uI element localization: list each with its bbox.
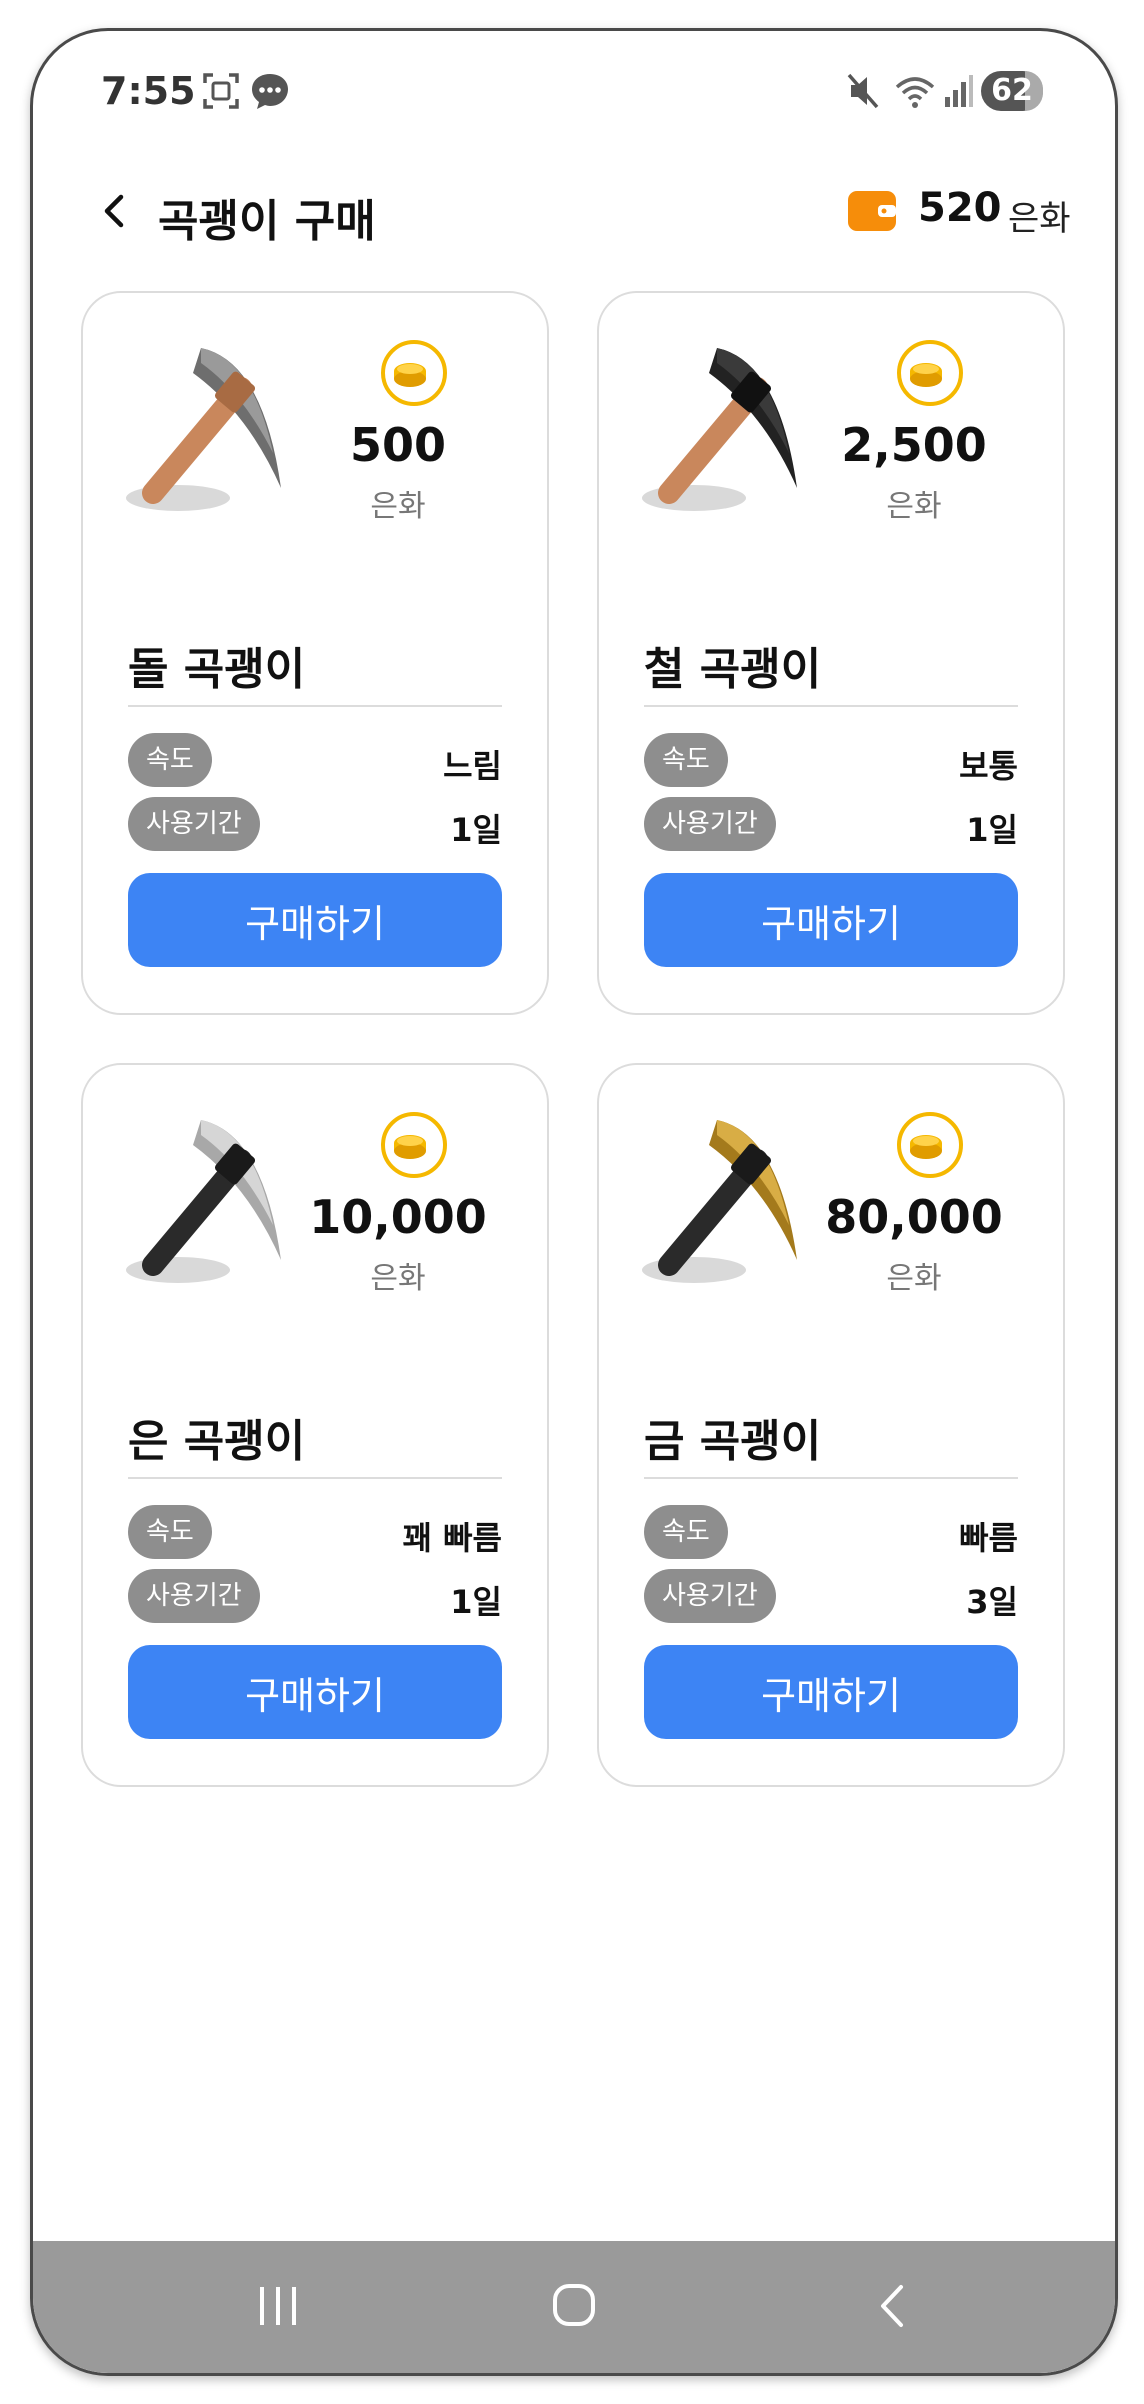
price-value: 80,000 [825,1190,1003,1244]
price-value: 2,500 [841,418,987,472]
pickaxe-name: 은 곡괭이 [128,1416,306,1467]
period-value: 1일 [450,1583,502,1621]
speed-value: 느림 [443,747,502,785]
screenshot-icon [203,73,239,109]
stone-pickaxe-icon [126,348,281,511]
period-tag: 사용기간 [644,1569,776,1623]
mute-icon [847,73,879,109]
speed-value: 빠름 [959,1519,1018,1557]
coin-icon [897,1112,963,1178]
silver-pickaxe-icon [126,1120,281,1283]
price-unit: 은화 [886,489,942,524]
period-tag: 사용기간 [128,797,260,851]
speed-value: 꽤 빠름 [402,1519,502,1557]
pickaxe-card: 80,000 은화 금 곡괭이 속도 빠름 사용기간 3일 구매하기 [597,1063,1065,1787]
pickaxe-card: 10,000 은화 은 곡괭이 속도 꽤 빠름 사용기간 1일 구매하기 [81,1063,549,1787]
buy-button[interactable]: 구매하기 [128,1645,502,1739]
divider [644,1477,1018,1479]
period-value: 1일 [966,811,1018,849]
chat-icon [252,74,288,109]
price-unit: 은화 [370,1261,426,1296]
speed-tag: 속도 [644,1505,728,1559]
price-value: 500 [349,418,447,472]
balance-unit: 은화 [1008,199,1071,239]
status-time: 7:55 [101,69,196,113]
buy-button[interactable]: 구매하기 [644,1645,1018,1739]
battery-indicator: 62 [981,71,1043,111]
back-arrow-icon[interactable] [85,181,145,241]
price-unit: 은화 [370,489,426,524]
divider [128,1477,502,1479]
signal-icon [945,75,973,107]
home-icon[interactable] [533,2271,613,2341]
app-header: 곡괭이 구매 520 은화 [33,161,1115,271]
phone-screen: 7:55 62 곡괭이 구매 520 은화 500 은화 돌 곡괭이 속도 느림… [30,28,1118,2376]
wallet-icon [848,191,896,231]
divider [128,705,502,707]
price-unit: 은화 [886,1261,942,1296]
iron-pickaxe-icon [642,348,797,511]
balance-amount: 520 [918,185,1002,231]
system-back-icon[interactable] [853,2271,933,2341]
speed-tag: 속도 [128,1505,212,1559]
coin-icon [897,340,963,406]
speed-tag: 속도 [644,733,728,787]
speed-value: 보통 [959,747,1018,785]
pickaxe-name: 금 곡괭이 [644,1416,822,1467]
pickaxe-name: 철 곡괭이 [644,644,822,695]
buy-button[interactable]: 구매하기 [128,873,502,967]
price-value: 10,000 [309,1190,487,1244]
status-bar: 7:55 62 [33,31,1115,161]
buy-button[interactable]: 구매하기 [644,873,1018,967]
wifi-icon [895,77,935,108]
speed-tag: 속도 [128,733,212,787]
page-title: 곡괭이 구매 [158,196,376,247]
coin-icon [381,1112,447,1178]
period-value: 1일 [450,811,502,849]
gold-pickaxe-icon [642,1120,797,1283]
period-tag: 사용기간 [644,797,776,851]
system-nav-bar [33,2241,1115,2373]
period-value: 3일 [966,1583,1018,1621]
period-tag: 사용기간 [128,1569,260,1623]
coin-icon [381,340,447,406]
pickaxe-name: 돌 곡괭이 [128,644,306,695]
pickaxe-card: 2,500 은화 철 곡괭이 속도 보통 사용기간 1일 구매하기 [597,291,1065,1015]
divider [644,705,1018,707]
recent-apps-icon[interactable] [238,2271,318,2341]
pickaxe-card: 500 은화 돌 곡괭이 속도 느림 사용기간 1일 구매하기 [81,291,549,1015]
